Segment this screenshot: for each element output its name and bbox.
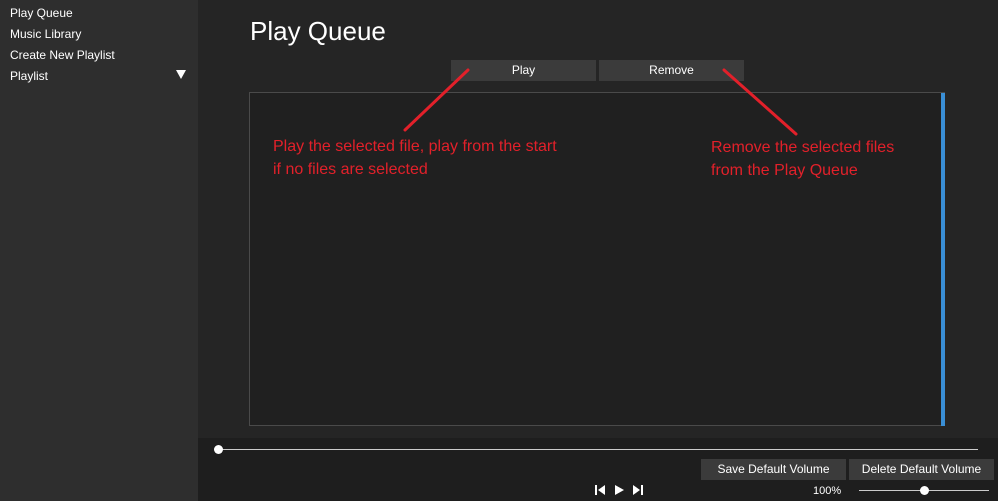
- save-default-volume-button[interactable]: Save Default Volume: [701, 459, 846, 480]
- skip-next-icon[interactable]: [632, 484, 644, 496]
- sidebar-item-playlist[interactable]: Playlist: [10, 68, 48, 84]
- remove-button[interactable]: Remove: [599, 60, 744, 81]
- play-queue-list[interactable]: [249, 92, 945, 426]
- skip-previous-icon[interactable]: [594, 484, 606, 496]
- volume-percentage: 100%: [813, 485, 842, 497]
- delete-default-volume-button[interactable]: Delete Default Volume: [849, 459, 994, 480]
- sidebar-item-music-library[interactable]: Music Library: [10, 26, 81, 42]
- triangle-down-icon[interactable]: [176, 70, 186, 79]
- sidebar-item-create-new-playlist[interactable]: Create New Playlist: [10, 47, 115, 63]
- seek-slider-track[interactable]: [218, 449, 978, 450]
- main-panel: Play Queue Play Remove: [198, 0, 998, 438]
- volume-slider-thumb[interactable]: [919, 486, 929, 495]
- page-title: Play Queue: [250, 16, 386, 46]
- sidebar-item-play-queue[interactable]: Play Queue: [10, 5, 73, 21]
- queue-scrollbar[interactable]: [941, 93, 945, 426]
- play-icon[interactable]: [613, 484, 625, 496]
- player-controls-bar: Save Default Volume Delete Default Volum…: [198, 438, 998, 501]
- music-player-window: Play Queue Music Library Create New Play…: [0, 0, 998, 501]
- seek-slider-thumb[interactable]: [213, 445, 223, 454]
- sidebar: Play Queue Music Library Create New Play…: [0, 0, 198, 501]
- play-button[interactable]: Play: [451, 60, 596, 81]
